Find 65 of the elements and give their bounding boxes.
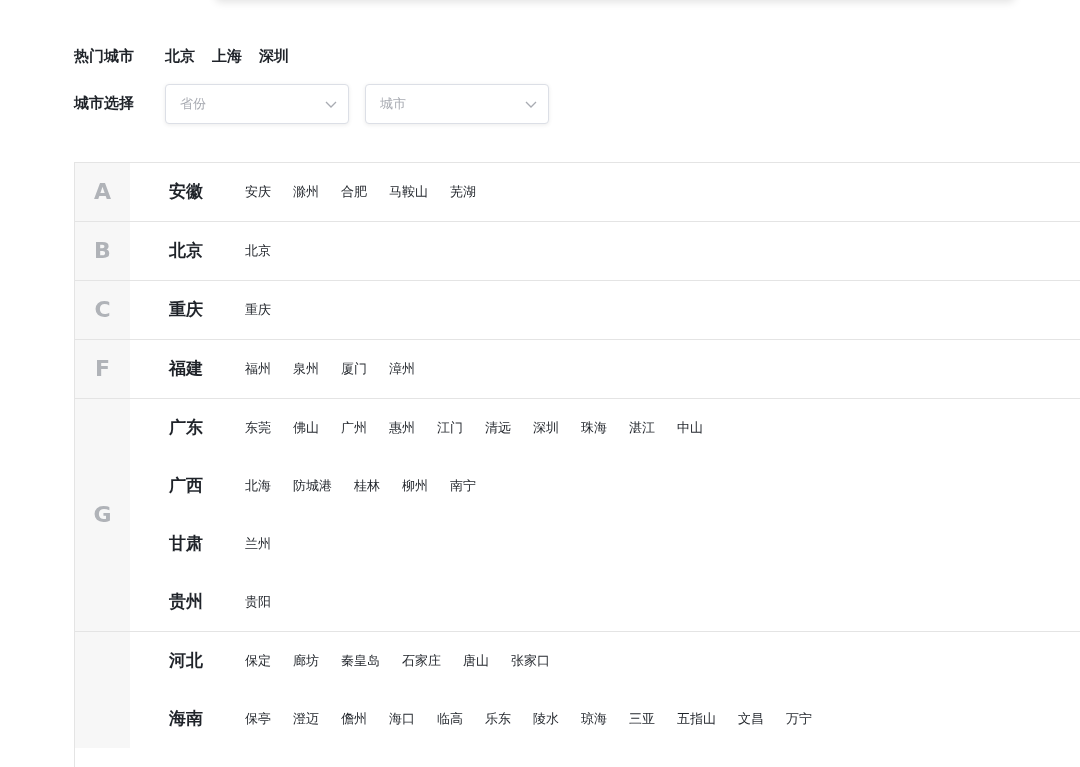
hot-city-link[interactable]: 北京 [165, 45, 195, 68]
city-link[interactable]: 深圳 [533, 417, 559, 438]
province-select[interactable]: 省份 [165, 83, 349, 124]
province-name: 福建 [169, 356, 204, 380]
province-name: 甘肃 [169, 531, 204, 555]
city-link[interactable]: 廊坊 [293, 650, 319, 671]
city-select-label: 城市选择 [74, 93, 135, 115]
city-link[interactable]: 厦门 [341, 358, 367, 379]
city-link[interactable]: 桂林 [354, 475, 380, 496]
city-link[interactable]: 柳州 [402, 475, 428, 496]
city-link[interactable]: 海口 [389, 708, 415, 729]
province-name: 安徽 [169, 179, 204, 203]
city-link[interactable]: 江门 [437, 417, 463, 438]
city-link[interactable]: 乐东 [485, 708, 511, 729]
province-name: 河北 [169, 648, 204, 672]
city-link[interactable]: 儋州 [341, 708, 367, 729]
hot-city-link[interactable]: 深圳 [259, 45, 289, 68]
city-link[interactable]: 佛山 [293, 417, 319, 438]
city-link[interactable]: 文昌 [738, 708, 764, 729]
city-link[interactable]: 合肥 [341, 181, 367, 202]
city-link[interactable]: 秦皇岛 [341, 650, 380, 671]
province-name: 海南 [169, 706, 204, 730]
city-select[interactable]: 城市 [365, 83, 549, 124]
city-link[interactable]: 五指山 [677, 708, 716, 729]
city-link[interactable]: 临高 [437, 708, 463, 729]
city-link[interactable]: 保亭 [245, 708, 271, 729]
city-link[interactable]: 漳州 [389, 358, 415, 379]
chevron-down-icon [525, 100, 537, 108]
city-link[interactable]: 贵阳 [245, 591, 271, 612]
city-link[interactable]: 安庆 [245, 181, 271, 202]
city-link[interactable]: 东莞 [245, 417, 271, 438]
city-link[interactable]: 泉州 [293, 358, 319, 379]
city-link[interactable]: 三亚 [629, 708, 655, 729]
city-link[interactable]: 惠州 [389, 417, 415, 438]
city-link[interactable]: 北海 [245, 475, 271, 496]
city-link[interactable]: 陵水 [533, 708, 559, 729]
city-link[interactable]: 琼海 [581, 708, 607, 729]
city-link[interactable]: 澄迈 [293, 708, 319, 729]
city-link[interactable]: 珠海 [581, 417, 607, 438]
city-link[interactable]: 滁州 [293, 181, 319, 202]
city-link[interactable]: 湛江 [629, 417, 655, 438]
city-link[interactable]: 唐山 [463, 650, 489, 671]
city-link[interactable]: 万宁 [786, 708, 812, 729]
city-link[interactable]: 南宁 [450, 475, 476, 496]
province-name: 贵州 [169, 589, 204, 613]
city-link[interactable]: 保定 [245, 650, 271, 671]
city-link[interactable]: 广州 [341, 417, 367, 438]
province-name: 北京 [169, 238, 204, 262]
province-name: 重庆 [169, 297, 204, 321]
province-name: 广东 [169, 415, 204, 439]
city-link[interactable]: 张家口 [511, 650, 550, 671]
province-name: 广西 [169, 473, 204, 497]
city-link[interactable]: 防城港 [293, 475, 332, 496]
city-link[interactable]: 清远 [485, 417, 511, 438]
city-link[interactable]: 石家庄 [402, 650, 441, 671]
city-link[interactable]: 重庆 [245, 299, 271, 320]
chevron-down-icon [325, 100, 337, 108]
city-link[interactable]: 北京 [245, 240, 271, 261]
hot-city-link[interactable]: 上海 [212, 45, 242, 68]
hot-cities-label: 热门城市 [74, 46, 135, 67]
city-link[interactable]: 福州 [245, 358, 271, 379]
city-link[interactable]: 马鞍山 [389, 181, 428, 202]
city-link[interactable]: 中山 [677, 417, 703, 438]
city-link[interactable]: 兰州 [245, 533, 271, 554]
city-link[interactable]: 芜湖 [450, 181, 476, 202]
